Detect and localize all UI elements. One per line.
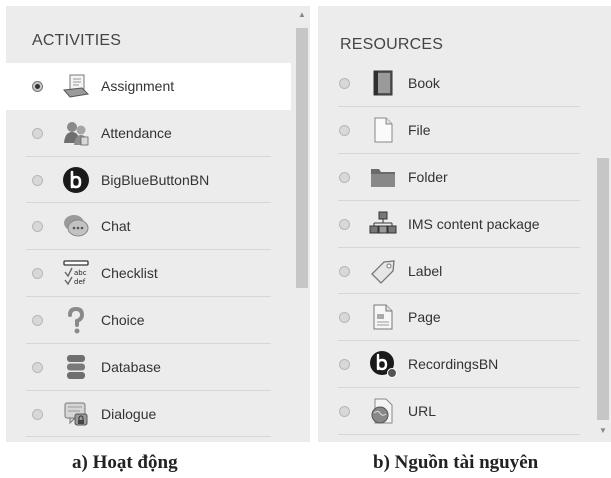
radio-button[interactable] bbox=[32, 174, 43, 186]
resource-item-label[interactable]: Label bbox=[318, 248, 600, 295]
resources-scrollbar[interactable]: ▼ bbox=[595, 6, 611, 442]
activities-title: ACTIVITIES bbox=[32, 32, 122, 49]
activity-item-database[interactable]: Database bbox=[6, 344, 291, 391]
radio-button[interactable] bbox=[339, 124, 350, 136]
activity-item-attendance[interactable]: Attendance bbox=[6, 110, 291, 157]
radio-button[interactable] bbox=[339, 359, 350, 371]
resource-label: URL bbox=[408, 403, 437, 420]
radio-button[interactable] bbox=[339, 218, 350, 230]
resource-label: Page bbox=[408, 309, 441, 326]
radio-button[interactable] bbox=[32, 127, 43, 139]
svg-text:abc: abc bbox=[74, 269, 87, 277]
radio-button[interactable] bbox=[339, 312, 350, 324]
activity-item-choice[interactable]: Choice bbox=[6, 297, 291, 344]
folder-icon bbox=[371, 168, 395, 187]
svg-text:def: def bbox=[74, 278, 86, 286]
label-icon bbox=[371, 259, 395, 284]
resource-item-page[interactable]: Page bbox=[318, 294, 600, 342]
radio-button[interactable] bbox=[339, 78, 350, 89]
ims-package-icon bbox=[369, 211, 397, 234]
resource-item-url[interactable]: URL bbox=[318, 388, 600, 436]
activity-item-assignment[interactable]: Assignment bbox=[6, 63, 291, 110]
file-icon bbox=[374, 117, 393, 143]
activity-item-chat[interactable]: Chat bbox=[6, 203, 291, 250]
activity-label: Chat bbox=[101, 218, 131, 235]
activities-scrollbar[interactable]: ▲ bbox=[294, 6, 310, 442]
resources-title: RESOURCES bbox=[340, 36, 444, 53]
resource-label: Book bbox=[408, 75, 440, 91]
choice-icon bbox=[68, 306, 85, 334]
activity-item-dialogue[interactable]: Dialogue bbox=[6, 391, 291, 438]
activity-item-checklist[interactable]: abc def Checklist bbox=[6, 250, 291, 297]
caption-activities: a) Hoạt động bbox=[72, 452, 178, 473]
resource-item-file[interactable]: File bbox=[318, 107, 600, 154]
resource-label: File bbox=[408, 121, 431, 138]
activity-label: Dialogue bbox=[101, 405, 157, 422]
scroll-up-arrow-icon[interactable]: ▲ bbox=[298, 10, 306, 19]
scroll-down-arrow-icon[interactable]: ▼ bbox=[599, 426, 607, 435]
resources-list: Book File Folder IMS content package Lab… bbox=[318, 60, 600, 436]
radio-button[interactable] bbox=[32, 268, 43, 280]
radio-button[interactable] bbox=[339, 171, 350, 183]
radio-button[interactable] bbox=[32, 314, 43, 326]
scrollbar-thumb[interactable] bbox=[296, 28, 308, 288]
resource-item-recordings[interactable]: RecordingsBN bbox=[318, 341, 600, 389]
caption-resources: b) Nguồn tài nguyên bbox=[373, 452, 539, 473]
assignment-icon bbox=[63, 74, 90, 98]
activities-list: Assignment Attendance BigBlueButtonBN Ch… bbox=[6, 63, 291, 438]
url-icon bbox=[371, 398, 393, 424]
scrollbar-thumb[interactable] bbox=[597, 158, 609, 420]
activity-label: Attendance bbox=[101, 124, 172, 141]
resource-label: Label bbox=[408, 262, 443, 279]
radio-button[interactable] bbox=[32, 221, 43, 233]
activity-item-bigbluebutton[interactable]: BigBlueButtonBN bbox=[6, 157, 291, 204]
radio-button[interactable] bbox=[339, 406, 350, 418]
activity-label: Checklist bbox=[101, 265, 158, 282]
database-icon bbox=[67, 354, 85, 379]
activities-panel: ACTIVITIES Assignment Attendance BigBlue… bbox=[6, 6, 310, 442]
resources-panel: RESOURCES Book File Folder IMS content p… bbox=[318, 6, 611, 442]
book-icon bbox=[373, 70, 393, 96]
resource-label: Folder bbox=[408, 168, 448, 185]
resource-label: RecordingsBN bbox=[408, 356, 499, 373]
bigbluebutton-icon bbox=[63, 166, 89, 193]
radio-button[interactable] bbox=[32, 81, 43, 92]
radio-button[interactable] bbox=[32, 361, 43, 373]
chat-icon bbox=[64, 215, 89, 237]
page-icon bbox=[373, 304, 393, 330]
activity-label: BigBlueButtonBN bbox=[101, 171, 210, 188]
resource-item-ims-package[interactable]: IMS content package bbox=[318, 201, 600, 248]
resource-label: IMS content package bbox=[408, 215, 540, 232]
activity-label: Assignment bbox=[101, 78, 175, 94]
resource-item-folder[interactable]: Folder bbox=[318, 154, 600, 201]
activity-label: Database bbox=[101, 358, 161, 375]
activity-label: Choice bbox=[101, 311, 145, 328]
checklist-icon: abc def bbox=[63, 260, 89, 286]
radio-button[interactable] bbox=[339, 265, 350, 277]
recordings-icon bbox=[370, 351, 397, 379]
dialogue-icon bbox=[64, 402, 88, 426]
radio-button[interactable] bbox=[32, 408, 43, 420]
resource-item-book[interactable]: Book bbox=[318, 60, 600, 107]
attendance-icon bbox=[64, 121, 89, 146]
